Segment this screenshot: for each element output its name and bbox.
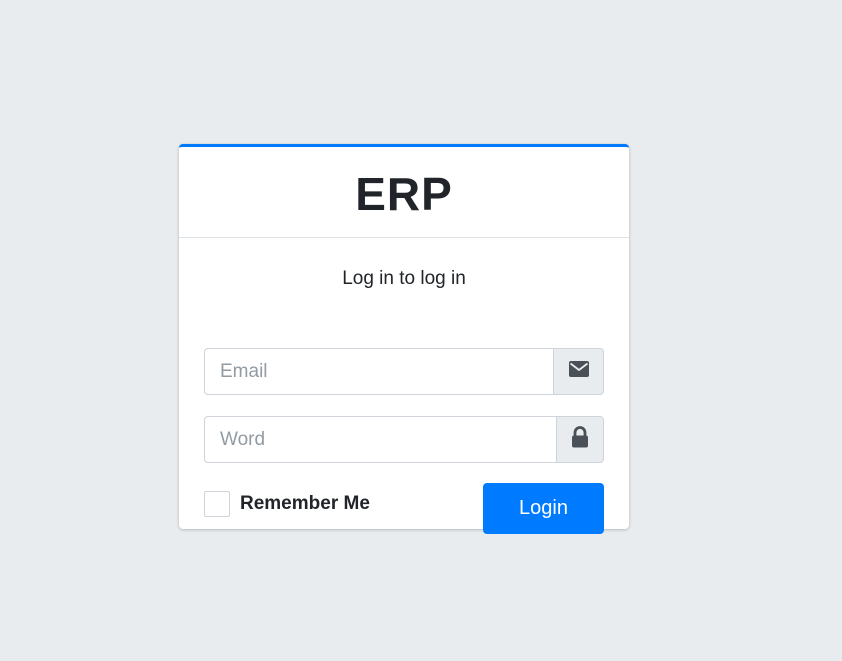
login-button[interactable]: Login <box>483 483 604 534</box>
login-card-body: Log in to log in Email Remember Me Login <box>179 268 629 534</box>
remember-me-checkbox[interactable] <box>204 491 230 517</box>
email-input-group <box>204 348 604 395</box>
envelope-icon <box>568 361 589 382</box>
email-field[interactable] <box>204 348 553 395</box>
login-actions-row: Remember Me Login <box>204 483 604 534</box>
login-message: Log in to log in <box>342 268 466 289</box>
login-card-header: ERP <box>179 147 629 238</box>
login-card: ERP Log in to log in Email Remember Me L… <box>179 144 629 534</box>
lock-icon <box>571 426 589 453</box>
password-field[interactable] <box>204 416 556 463</box>
password-addon <box>556 416 604 463</box>
email-addon <box>553 348 604 395</box>
remember-me[interactable]: Remember Me <box>204 491 370 517</box>
remember-me-label: Remember Me <box>240 493 370 514</box>
password-input-group <box>204 416 604 463</box>
app-title: ERP <box>355 168 453 220</box>
